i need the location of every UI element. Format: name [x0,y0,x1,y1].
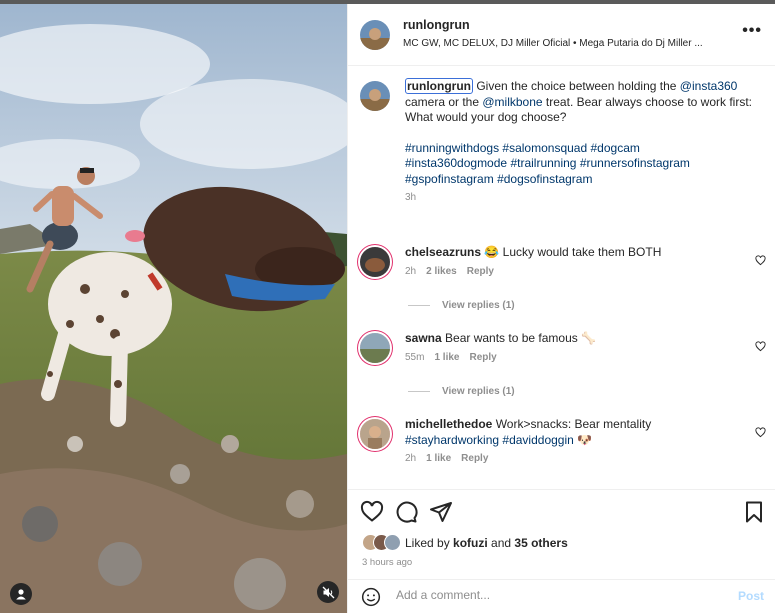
post-actions: Liked by kofuzi and 35 others 3 hours ag… [348,489,775,579]
author-username[interactable]: runlongrun [403,18,470,32]
instagram-post-window: runlongrun MC GW, MC DELUX, DJ Miller Of… [0,0,775,613]
comment-text: Work>snacks: Bear mentality [492,417,652,431]
caption-text-1: Given the choice between holding the [472,79,680,93]
liked-by-text: Liked by kofuzi and 35 others [405,536,568,550]
caption-username[interactable]: runlongrun [405,78,473,94]
hashtag-link[interactable]: #salomonsquad [502,141,587,155]
hashtag-link[interactable]: #insta360dogmode [405,156,507,170]
audio-track-link[interactable]: MC GW, MC DELUX, DJ Miller Oficial • Meg… [403,38,733,49]
liker-avatar[interactable] [384,534,401,551]
comment-username[interactable]: sawna [405,331,442,345]
liked-by-others[interactable]: 35 others [514,536,567,550]
liked-by-prefix: Liked by [405,535,454,550]
like-comment-heart-icon[interactable] [755,255,766,266]
caption-text-3: treat. Bear always choose to work first: [542,94,753,109]
hashtag-link[interactable]: #dogcam [591,141,640,155]
post-comment-button[interactable]: Post [738,589,764,603]
view-replies-button[interactable]: View replies (1) [408,300,515,311]
view-replies-label: View replies (1) [442,386,515,397]
like-comment-heart-icon[interactable] [755,427,766,438]
caption-text: runlongrun Given the choice between hold… [405,78,755,206]
caption-question: What would your dog choose? [405,110,567,124]
author-avatar[interactable] [360,20,390,50]
mute-button[interactable] [317,581,339,603]
like-heart-icon[interactable] [360,500,384,524]
person-icon [16,589,26,600]
comment-meta: 55m 1 like Reply [405,350,745,366]
save-bookmark-icon[interactable] [742,500,766,524]
emoji-smiley-icon[interactable] [361,587,381,607]
comment-body: chelseazruns 😂 Lucky would take them BOT… [405,245,745,279]
view-replies-button[interactable]: View replies (1) [408,386,515,397]
comment-emoji: 🐶 [573,432,593,447]
more-horizontal-icon: ••• [742,22,762,39]
comment-likes[interactable]: 2 likes [426,266,457,277]
comments-scroll-area[interactable]: runlongrun Given the choice between hold… [348,67,775,489]
caption-author-avatar[interactable] [360,81,390,111]
caption-avatar-image [360,81,390,111]
add-comment-bar: Post [348,579,775,613]
user-tags-button[interactable] [10,583,32,605]
commenter-avatar[interactable] [360,247,390,277]
reply-line [408,305,430,306]
comment-time[interactable]: 55m [405,352,424,363]
commenter-avatar[interactable] [360,419,390,449]
speaker-muted-icon [322,586,334,598]
comment-time[interactable]: 2h [405,266,416,277]
comment-bubble-icon[interactable] [394,500,418,524]
post-header: runlongrun MC GW, MC DELUX, DJ Miller Of… [348,4,775,66]
liked-by-row: Liked by kofuzi and 35 others [362,534,568,551]
comment-text: Bear wants to be famous 🦴 [441,331,597,345]
author-avatar-image [360,20,390,50]
reply-button[interactable]: Reply [469,352,496,363]
view-replies-label: View replies (1) [442,300,515,311]
post-media-video[interactable] [0,4,347,613]
hashtag-link[interactable]: #runnersofinstagram [580,156,690,170]
like-comment-heart-icon[interactable] [755,341,766,352]
video-frame-illustration [0,4,347,613]
post-time-ago[interactable]: 3 hours ago [362,557,412,568]
commenter-avatar-image [360,333,390,363]
comment-username[interactable]: michellethedoe [405,417,492,431]
reply-line [408,391,430,392]
liked-by-middle: and [487,535,515,550]
comment-likes[interactable]: 1 like [426,453,451,464]
hashtag-link[interactable]: #stayhardworking [405,433,499,447]
comment-input[interactable] [396,588,716,602]
comment-body: michellethedoe Work>snacks: Bear mentali… [405,417,745,467]
commenter-avatar[interactable] [360,333,390,363]
hashtag-link[interactable]: #dogsofinstagram [497,172,592,186]
comment-likes[interactable]: 1 like [434,352,459,363]
hashtag-link[interactable]: #runningwithdogs [405,141,499,155]
comment-time[interactable]: 2h [405,453,416,464]
share-paper-plane-icon[interactable] [429,500,453,524]
reply-button[interactable]: Reply [467,266,494,277]
comment-body: sawna Bear wants to be famous 🦴 55m 1 lik… [405,331,745,365]
caption-hashtags: #runningwithdogs #salomonsquad #dogcam #… [405,141,755,188]
caption-timestamp[interactable]: 3h [405,190,755,206]
comment-meta: 2h 1 like Reply [405,451,745,467]
hashtag-link[interactable]: #daviddoggin [502,433,573,447]
comment-meta: 2h 2 likes Reply [405,264,745,280]
more-options-button[interactable]: ••• [742,23,762,39]
reply-button[interactable]: Reply [461,453,488,464]
caption-text-2: camera or the [405,94,483,109]
commenter-avatar-image [360,419,390,449]
liked-by-user[interactable]: kofuzi [453,536,488,550]
hashtag-link[interactable]: #trailrunning [510,156,576,170]
comment-text: 😂 Lucky would take them BOTH [481,245,662,259]
mention-insta360[interactable]: @insta360 [680,79,738,93]
hashtag-link[interactable]: #gspofinstagram [405,172,494,186]
comment-username[interactable]: chelseazruns [405,245,481,259]
mention-milkbone[interactable]: @milkbone [482,95,542,109]
post-details-panel: runlongrun MC GW, MC DELUX, DJ Miller Of… [347,4,775,613]
commenter-avatar-image [360,247,390,277]
